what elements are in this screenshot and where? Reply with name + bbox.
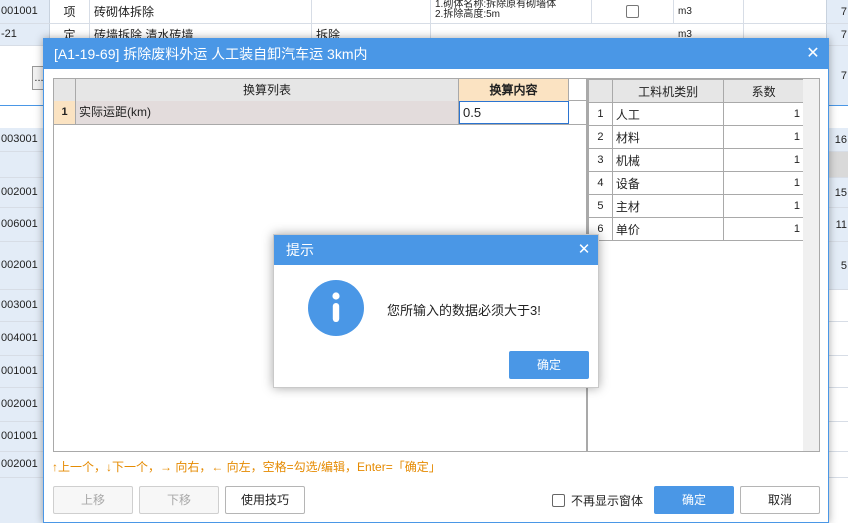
confirm-button[interactable]: 确定 [654,486,734,514]
conversion-value-input[interactable] [459,101,569,124]
dialog-titlebar[interactable]: [A1-19-69] 拆除废料外运 人工装自卸汽车运 3km内 ✕ [44,39,828,69]
row-unit: m3 [674,0,744,23]
material-type: 主材 [611,194,725,218]
no-show-option[interactable]: 不再显示窗体 [552,491,643,509]
row-name: 砖砌体拆除 [90,0,312,23]
row-number: 2 [588,125,613,149]
close-icon[interactable]: ✕ [804,39,822,69]
column-header-type[interactable]: 工料机类别 [611,79,725,103]
move-down-button[interactable]: 下移 [139,486,219,514]
column-header-coef[interactable]: 系数 [723,79,804,103]
alert-message: 您所输入的数据必须大于3! [387,303,541,318]
table-row[interactable]: 2 材料 1 [588,125,804,149]
info-icon [308,280,364,336]
row-type: 项 [50,0,90,23]
cancel-button[interactable]: 取消 [740,486,820,514]
row-quantity: 11 [826,208,848,241]
row-quantity: 7 [826,46,848,105]
material-type-panel: 工料机类别 系数 1 人工 1 2 材料 1 3 机械 1 4 设备 1 5 主… [587,78,820,452]
vertical-scrollbar[interactable] [803,79,819,451]
row-number: 3 [588,148,613,172]
move-up-button[interactable]: 上移 [53,486,133,514]
conversion-list-header: 换算列表 换算内容 [54,79,586,101]
keyboard-hint: ↑上一个，↓下一个，→ 向右，← 向左，空格=勾选/编辑，Enter=「确定」 [52,460,441,474]
row-quantity: 7 [826,24,848,45]
coefficient[interactable]: 1 [723,148,804,172]
column-header-list[interactable]: 换算列表 [76,79,459,101]
row-quantity: 5 [826,242,848,289]
conversion-name: 实际运距(km) [76,101,459,124]
alert-titlebar[interactable]: 提示 ✕ [274,235,598,265]
alert-title: 提示 [286,242,314,258]
alert-confirm-button[interactable]: 确定 [509,351,589,379]
coefficient[interactable]: 1 [723,217,804,241]
material-type: 人工 [611,102,725,126]
row-number: 1 [54,101,76,124]
material-type-table: 工料机类别 系数 1 人工 1 2 材料 1 3 机械 1 4 设备 1 5 主… [588,79,804,241]
table-row[interactable]: 6 单价 1 [588,217,804,241]
material-type: 单价 [611,217,725,241]
row-category [312,0,431,23]
table-row[interactable]: 1 实际运距(km) [54,101,586,125]
alert-dialog: 提示 ✕ 您所输入的数据必须大于3! 确定 [273,234,599,388]
material-type: 材料 [611,125,725,149]
header-corner [588,79,613,103]
coefficient[interactable]: 1 [723,102,804,126]
table-row[interactable]: 1 人工 1 [588,102,804,126]
no-show-label: 不再显示窗体 [571,493,644,508]
row-checkbox-cell [592,0,674,23]
table-row[interactable]: 001001 项 砖砌体拆除 1.砌体名称:拆除原有砌墙体 2.拆除高度:5m … [0,0,848,24]
row-quantity: 7 [826,0,848,23]
table-row[interactable]: 3 机械 1 [588,148,804,172]
close-icon[interactable]: ✕ [576,235,592,265]
coefficient[interactable]: 1 [723,171,804,195]
row-checkbox[interactable] [626,5,639,18]
dialog-title: [A1-19-69] 拆除废料外运 人工装自卸汽车运 3km内 [54,46,368,62]
material-type: 设备 [611,171,725,195]
material-type: 机械 [611,148,725,172]
row-number: 5 [588,194,613,218]
usage-tips-button[interactable]: 使用技巧 [225,486,305,514]
table-header-row: 工料机类别 系数 [588,79,804,103]
row-feature: 1.砌体名称:拆除原有砌墙体 2.拆除高度:5m [431,0,592,23]
table-row[interactable]: 4 设备 1 [588,171,804,195]
row-code: 001001 [0,0,50,23]
header-corner [54,79,76,101]
row-quantity: 16 [826,128,848,151]
row-number: 1 [588,102,613,126]
no-show-checkbox[interactable] [552,493,565,507]
row-number: 4 [588,171,613,195]
row-quantity: 15 [826,178,848,207]
coefficient[interactable]: 1 [723,194,804,218]
column-header-content[interactable]: 换算内容 [459,79,569,101]
table-row[interactable]: 5 主材 1 [588,194,804,218]
coefficient[interactable]: 1 [723,125,804,149]
